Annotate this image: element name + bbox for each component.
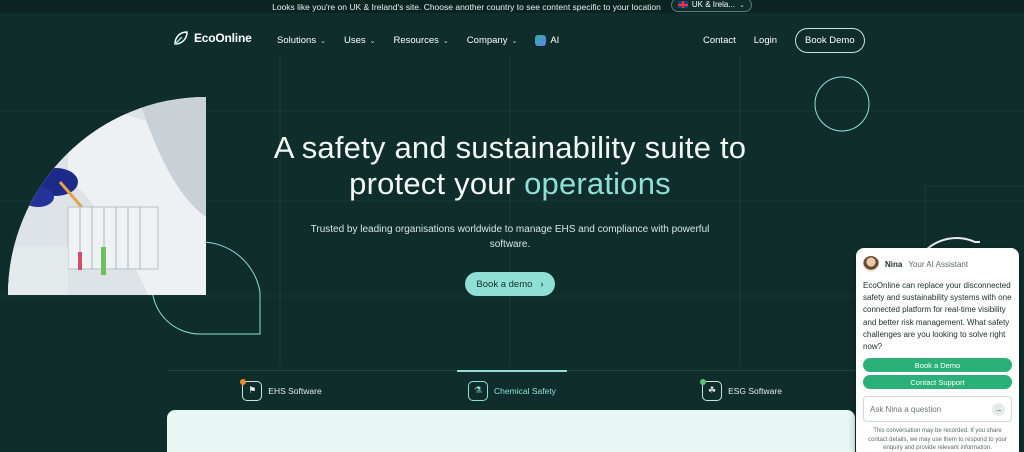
tab-label: ESG Software — [728, 385, 782, 396]
nav-item-uses[interactable]: Uses ⌄ — [344, 35, 376, 46]
lab-scene-illustration — [8, 97, 206, 295]
hero-subtitle: Trusted by leading organisations worldwi… — [310, 224, 710, 250]
main-nav: EcoOnline Solutions ⌄ Uses ⌄ Resources ⌄… — [0, 26, 1024, 56]
login-link[interactable]: Login — [754, 35, 777, 46]
hero-lab-image — [8, 97, 206, 295]
country-banner-text: Looks like you're on UK & Ireland's site… — [272, 1, 661, 12]
country-selector-label: UK & Irela... — [691, 0, 736, 9]
chat-input-placeholder: Ask Nina a question — [870, 404, 942, 414]
tab-chemical-safety[interactable]: ⚗ Chemical Safety — [397, 370, 627, 410]
chat-book-demo-button[interactable]: Book a Demo — [863, 358, 1012, 373]
chevron-right-icon: › — [540, 278, 544, 290]
country-selector[interactable]: UK & Irela... ⌄ — [670, 0, 752, 12]
ai-assistant-chat: Nina Your AI Assistant EcoOnline can rep… — [856, 248, 1019, 452]
uk-flag-icon — [677, 1, 688, 8]
nav-item-resources[interactable]: Resources ⌄ — [394, 35, 449, 46]
nav-item-label: Solutions — [277, 35, 317, 46]
tab-esg-software[interactable]: ☘ ESG Software — [627, 371, 857, 410]
tab-ehs-software[interactable]: ⚑ EHS Software — [167, 371, 397, 410]
nav-actions: Contact Login Book Demo — [703, 28, 865, 53]
avatar — [863, 256, 879, 272]
chevron-down-icon: ⌄ — [511, 37, 518, 45]
book-a-demo-button[interactable]: Book a demo › — [465, 272, 555, 296]
product-preview-panel — [167, 410, 855, 452]
leaf-icon: ☘ — [700, 378, 723, 401]
assistant-role: Your AI Assistant — [908, 259, 969, 269]
chat-contact-support-button[interactable]: Contact Support — [863, 375, 1012, 390]
tab-label: EHS Software — [268, 385, 322, 396]
ai-sparkle-icon — [535, 35, 547, 46]
book-a-demo-label: Book a demo — [476, 278, 533, 290]
nav-item-ai[interactable]: AI — [535, 35, 559, 46]
flask-icon: ⚗ — [468, 380, 489, 401]
contact-link[interactable]: Contact — [703, 35, 736, 46]
chevron-down-icon: ⌄ — [739, 1, 745, 9]
nav-item-label: Uses — [343, 35, 366, 46]
country-banner: Looks like you're on UK & Ireland's site… — [0, 0, 1024, 13]
book-demo-button[interactable]: Book Demo — [795, 28, 865, 53]
assistant-message: EcoOnline can replace your disconnected … — [863, 281, 1012, 352]
send-arrow-icon[interactable]: → — [992, 402, 1005, 416]
chat-header: Nina Your AI Assistant — [863, 256, 1012, 272]
product-tabs: ⚑ EHS Software ⚗ Chemical Safety ☘ ESG S… — [167, 370, 857, 410]
chevron-down-icon: ⌄ — [369, 37, 376, 45]
nav-item-solutions[interactable]: Solutions ⌄ — [277, 35, 326, 46]
nav-item-label: Resources — [393, 35, 439, 46]
leaf-logo-icon — [174, 31, 188, 45]
hero-title-line2: protect your — [349, 166, 516, 201]
assistant-name: Nina — [885, 259, 903, 269]
tab-label: Chemical Safety — [494, 385, 556, 396]
hero-title: A safety and sustainability suite to pro… — [200, 130, 820, 202]
chevron-down-icon: ⌄ — [320, 37, 326, 45]
nav-item-label: Company — [466, 35, 508, 46]
nav-item-label: AI — [550, 35, 560, 46]
nav-menu: Solutions ⌄ Uses ⌄ Resources ⌄ Company ⌄… — [277, 35, 559, 46]
hero-title-line1: A safety and sustainability suite to — [273, 130, 747, 165]
logo-text: EcoOnline — [194, 31, 252, 45]
chevron-down-icon: ⌄ — [442, 37, 449, 45]
hero-title-accent: operations — [524, 166, 671, 201]
nav-item-company[interactable]: Company ⌄ — [467, 35, 518, 46]
logo[interactable]: EcoOnline — [172, 29, 252, 47]
chat-input[interactable]: Ask Nina a question → — [863, 396, 1012, 423]
chat-disclaimer: This conversation may be recorded. If yo… — [868, 428, 1007, 452]
hardhat-icon: ⚑ — [240, 378, 263, 401]
